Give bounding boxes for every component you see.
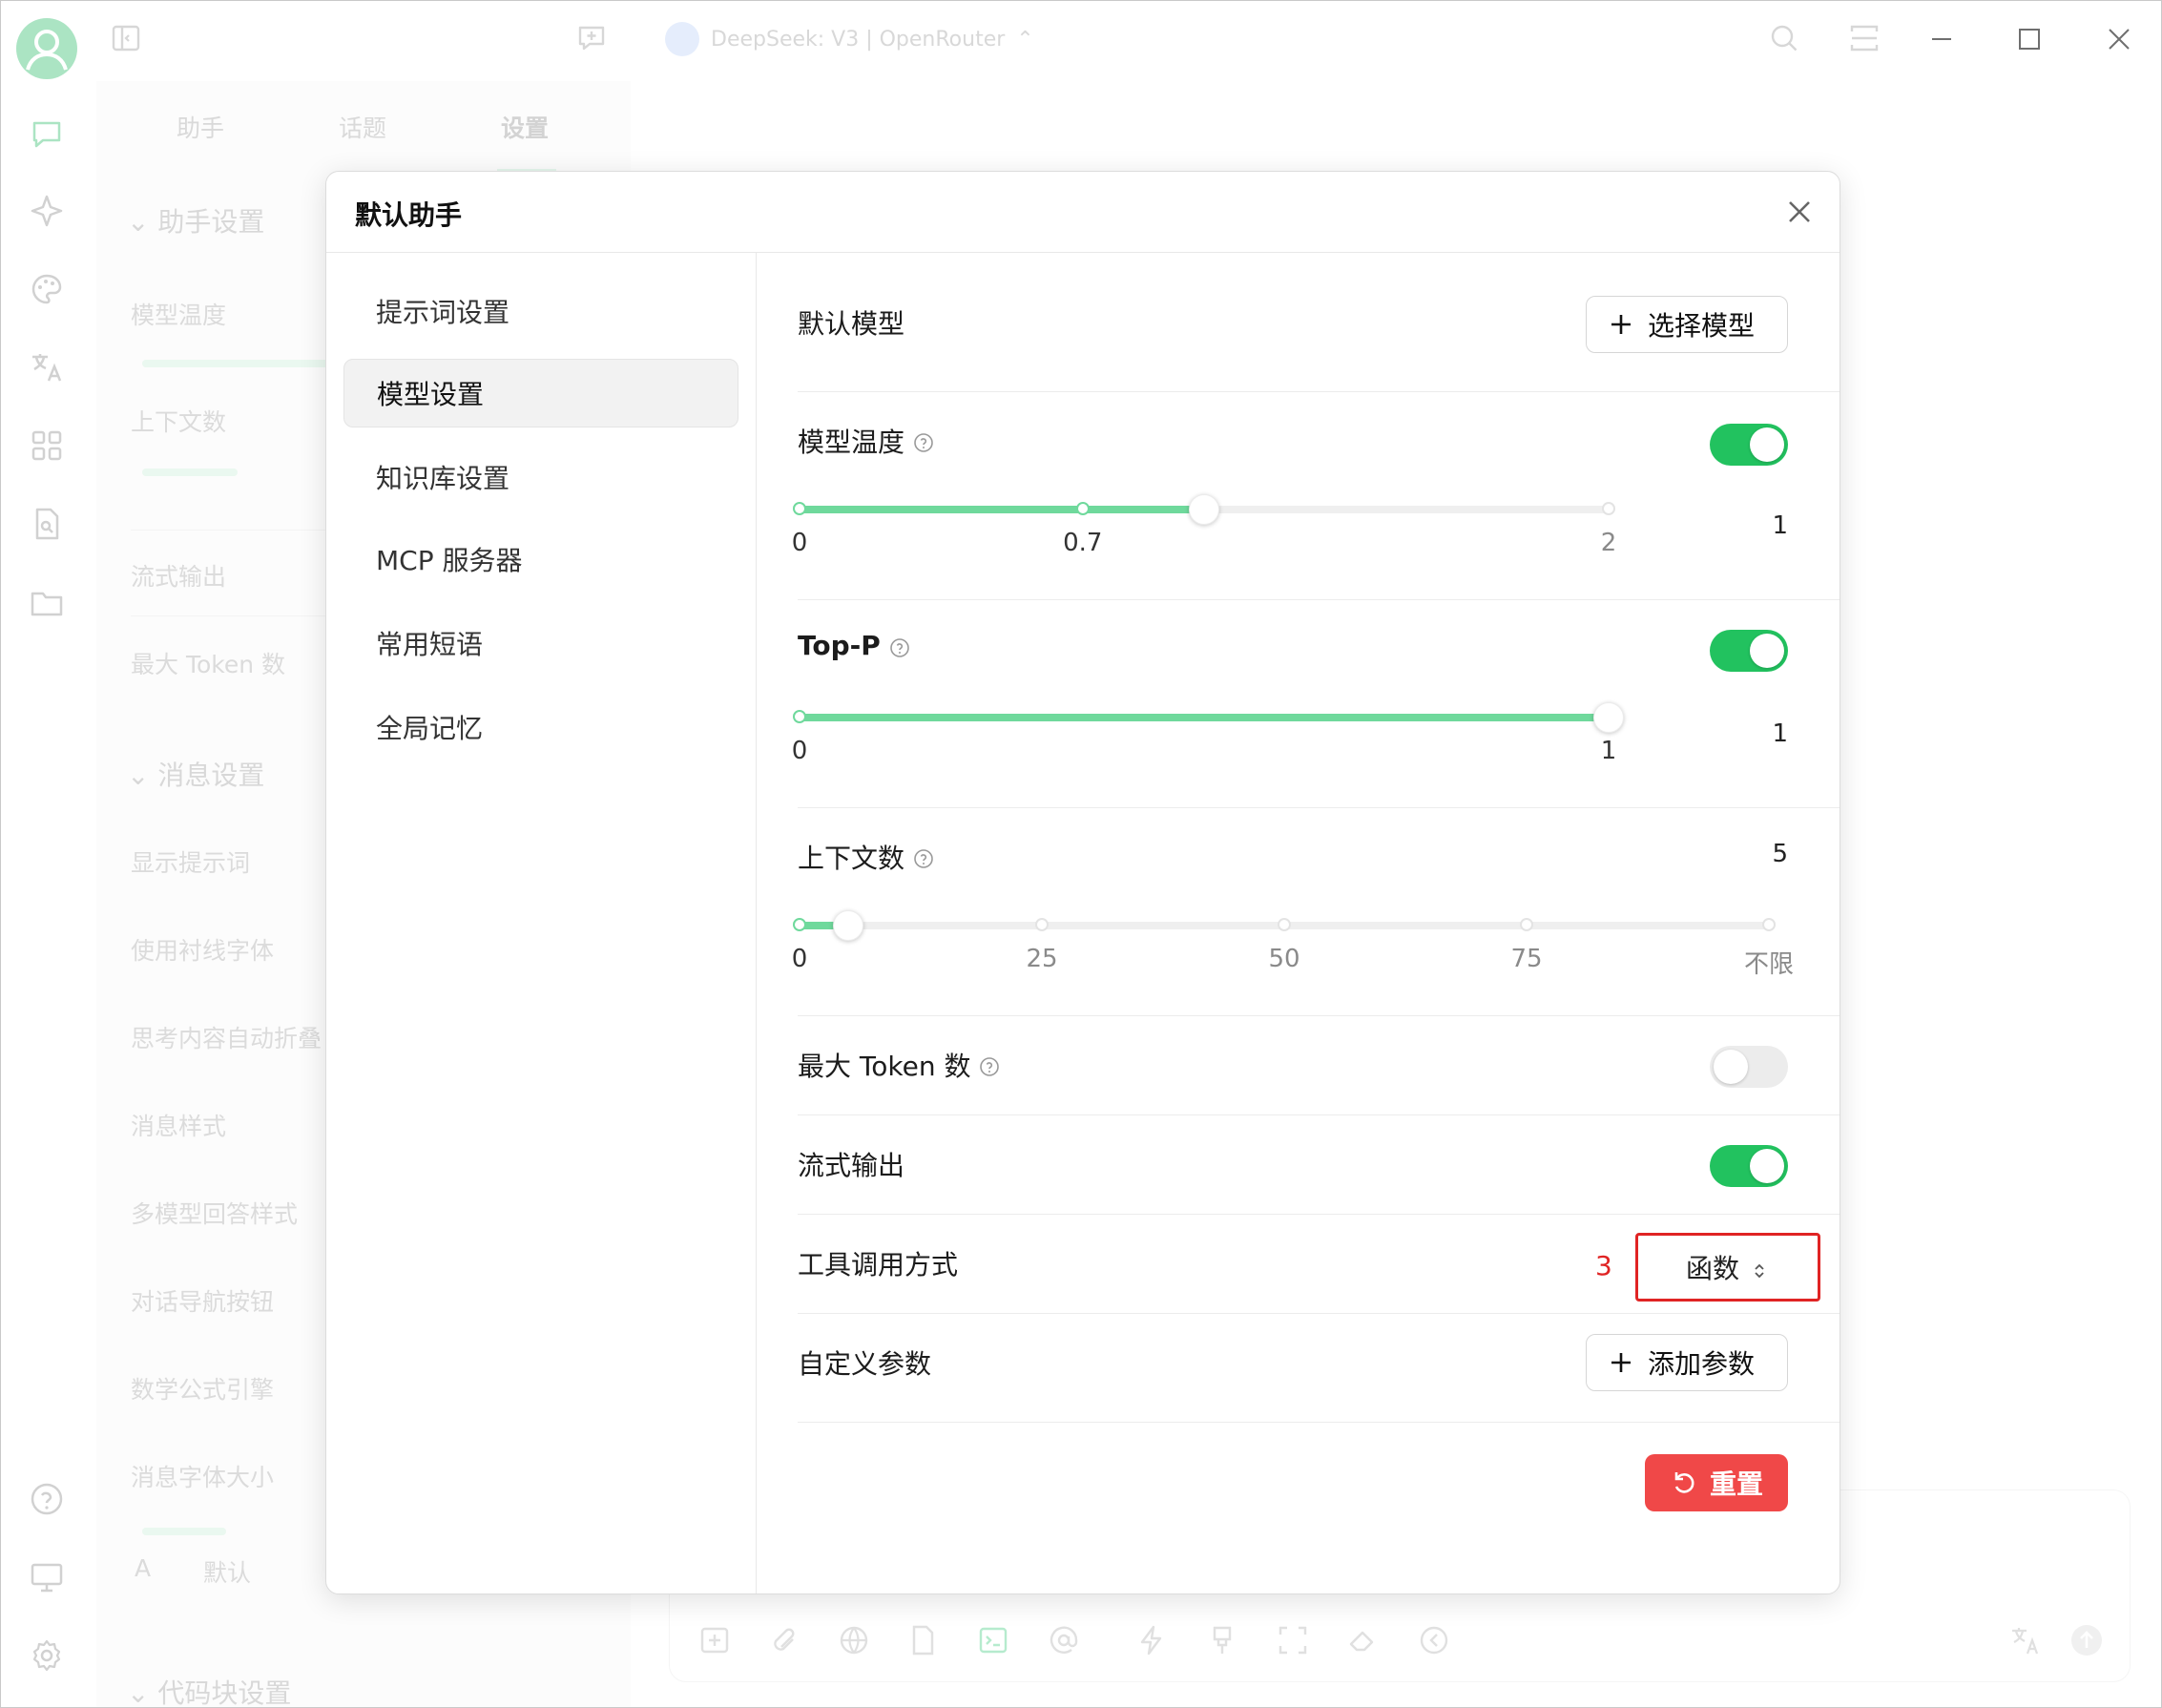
annotation-number: 3: [1595, 1250, 1612, 1281]
temperature-label: 模型温度: [798, 422, 935, 460]
stream-output-label: 流式输出: [798, 1145, 904, 1183]
toggle-knob: [1750, 1149, 1784, 1183]
top-p-label-text: Top-P: [798, 630, 881, 661]
reset-button[interactable]: 重置: [1645, 1454, 1788, 1511]
temperature-value-text: 1: [1772, 511, 1788, 540]
chevron-updown-icon: [1749, 1257, 1770, 1279]
temperature-mark-value: 0.7: [1063, 529, 1103, 557]
max-tokens-label: 最大 Token 数: [798, 1046, 1001, 1084]
slider-step-dot: [1035, 918, 1049, 931]
context-mark-50: 50: [1268, 945, 1300, 973]
stream-output-label-text: 流式输出: [798, 1150, 905, 1181]
context-count-value-text: 5: [1772, 840, 1788, 868]
select-model-button-label: 选择模型: [1648, 310, 1756, 342]
plus-icon: [1608, 1349, 1634, 1376]
custom-params-label: 自定义参数: [798, 1343, 931, 1382]
toggle-knob: [1714, 1050, 1748, 1084]
reset-icon: [1670, 1468, 1698, 1497]
tool-call-mode-label: 工具调用方式: [798, 1244, 958, 1282]
temperature-mark-min: 0: [791, 529, 808, 557]
top-p-mark-max: 1: [1600, 737, 1617, 765]
top-p-toggle[interactable]: [1710, 630, 1788, 672]
help-circle-icon[interactable]: [912, 845, 935, 868]
context-count-label-text: 上下文数: [798, 843, 905, 874]
plus-icon: [1608, 311, 1634, 338]
row-divider: [798, 1313, 1840, 1314]
help-circle-icon[interactable]: [912, 429, 935, 452]
dialog-title: 默认助手: [355, 199, 463, 231]
tool-call-mode-value: 函数: [1685, 1253, 1739, 1284]
context-mark-unlimited: 不限: [1743, 950, 1795, 979]
row-divider: [798, 1422, 1840, 1423]
slider-thumb[interactable]: [1593, 702, 1624, 733]
slider-step-dot: [1075, 502, 1090, 515]
nav-mcp-servers[interactable]: MCP 服务器: [343, 525, 738, 594]
slider-step-dot: [1520, 918, 1533, 931]
row-divider: [798, 391, 1840, 392]
tool-call-mode-label-text: 工具调用方式: [798, 1249, 959, 1281]
slider-step-dot: [793, 918, 806, 931]
temperature-label-text: 模型温度: [798, 427, 905, 458]
slider-thumb[interactable]: [832, 910, 863, 941]
dialog-nav-divider: [756, 253, 757, 1593]
top-p-label: Top-P: [798, 630, 911, 661]
max-tokens-toggle[interactable]: [1710, 1046, 1788, 1088]
slider-step-dot: [793, 710, 806, 723]
row-divider: [798, 1114, 1840, 1115]
temperature-toggle[interactable]: [1710, 424, 1788, 466]
context-mark-75: 75: [1510, 945, 1543, 973]
row-divider: [798, 599, 1840, 600]
nav-global-memory[interactable]: 全局记忆: [343, 693, 738, 761]
top-p-slider[interactable]: [793, 698, 1624, 737]
context-count-slider[interactable]: [793, 906, 1776, 945]
dialog-header-divider: [326, 252, 1840, 253]
temperature-mark-max: 2: [1600, 529, 1617, 557]
slider-thumb[interactable]: [1189, 494, 1219, 525]
temperature-slider[interactable]: [793, 490, 1615, 529]
top-p-mark-min: 0: [791, 737, 808, 765]
nav-common-phrases[interactable]: 常用短语: [343, 609, 738, 677]
add-param-button-label: 添加参数: [1648, 1348, 1756, 1380]
help-circle-icon[interactable]: [888, 635, 911, 657]
toggle-knob: [1750, 427, 1784, 462]
row-divider: [798, 1214, 1840, 1215]
slider-step-dot: [1602, 502, 1615, 515]
app-window: DeepSeek: V3 | OpenRouter ⌃ 助手 话题 设置 ⌄ 助…: [0, 0, 2162, 1708]
slider-fill: [800, 506, 1204, 513]
row-divider: [798, 807, 1840, 808]
context-mark-25: 25: [1026, 945, 1058, 973]
context-mark-0: 0: [791, 945, 808, 973]
context-count-label: 上下文数: [798, 838, 935, 876]
default-assistant-dialog: 默认助手 提示词设置 模型设置 知识库设置 MCP 服务器 常用短语 全局记忆 …: [325, 171, 1840, 1594]
top-p-value-text: 1: [1772, 719, 1788, 748]
dialog-close-icon[interactable]: [1780, 193, 1819, 231]
stream-output-toggle[interactable]: [1710, 1145, 1788, 1187]
select-model-button[interactable]: 选择模型: [1586, 296, 1788, 353]
reset-button-label: 重置: [1709, 1468, 1763, 1500]
toggle-knob: [1750, 634, 1784, 668]
add-param-button[interactable]: 添加参数: [1586, 1334, 1788, 1391]
slider-fill: [800, 714, 1609, 721]
default-model-label: 默认模型: [798, 303, 904, 342]
nav-model-settings[interactable]: 模型设置: [343, 359, 738, 427]
default-model-label-text: 默认模型: [798, 308, 905, 340]
custom-params-label-text: 自定义参数: [798, 1348, 932, 1380]
row-divider: [798, 1015, 1840, 1016]
help-circle-icon[interactable]: [978, 1053, 1001, 1076]
slider-step-dot: [1762, 918, 1776, 931]
tool-call-mode-select[interactable]: 函数: [1635, 1233, 1820, 1302]
slider-step-dot: [793, 502, 806, 515]
nav-prompt-settings[interactable]: 提示词设置: [343, 277, 738, 345]
max-tokens-label-text: 最大 Token 数: [798, 1051, 971, 1082]
nav-knowledge-settings[interactable]: 知识库设置: [343, 443, 738, 511]
slider-step-dot: [1278, 918, 1291, 931]
